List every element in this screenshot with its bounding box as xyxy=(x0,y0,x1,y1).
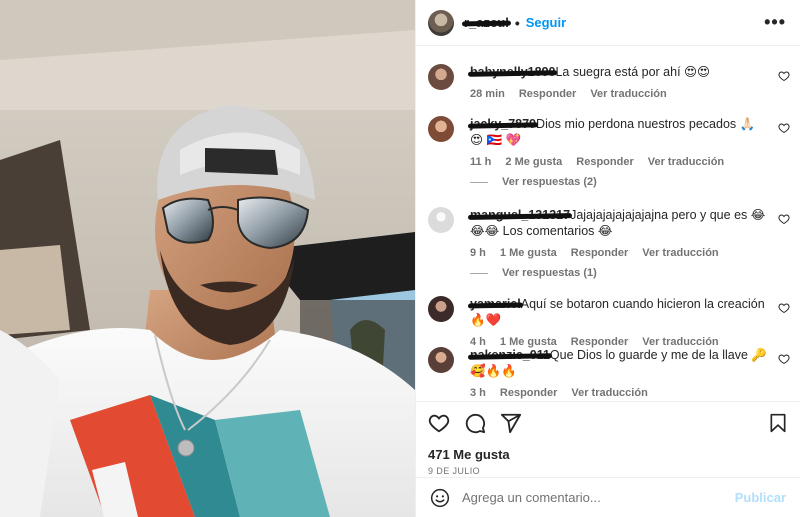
emoji-icon[interactable] xyxy=(430,488,450,508)
comment-item: manguel_131317Jajajajajajajajajna pero y… xyxy=(428,207,790,261)
comment-time: 28 min xyxy=(470,88,505,100)
comment-body: manguel_131317Jajajajajajajajajna pero y… xyxy=(470,207,768,261)
post-photo[interactable] xyxy=(0,0,415,517)
comment-body: jacky_7879Dios mio perdona nuestros peca… xyxy=(470,116,768,170)
comment-item: yamarielAquí se botaron cuando hicieron … xyxy=(428,296,790,350)
comment-meta: 28 min Responder Ver traducción xyxy=(470,86,768,102)
post-header: r_azcul • Seguir ••• xyxy=(416,0,800,46)
more-options-icon[interactable]: ••• xyxy=(764,12,786,33)
like-comment-heart-icon[interactable] xyxy=(778,302,790,314)
translate-button[interactable]: Ver traducción xyxy=(648,154,724,170)
comment-likes[interactable]: 2 Me gusta xyxy=(505,154,562,170)
share-icon[interactable] xyxy=(500,412,522,434)
author-username[interactable]: r_azcul xyxy=(464,15,509,30)
heart-icon[interactable] xyxy=(428,412,450,434)
comment-username[interactable]: babynelly1890 xyxy=(470,64,555,80)
reply-button[interactable]: Responder xyxy=(576,154,633,170)
comment-meta: 9 h 1 Me gusta Responder Ver traducción xyxy=(470,245,768,261)
bookmark-icon[interactable] xyxy=(768,412,788,434)
comment-input[interactable] xyxy=(462,490,735,505)
like-comment-heart-icon[interactable] xyxy=(778,213,790,225)
commenter-avatar[interactable] xyxy=(428,296,454,322)
comment-username[interactable]: nakenzie_011 xyxy=(470,347,550,363)
post-actions: 471 Me gusta 9 DE JULIO xyxy=(416,401,800,476)
like-comment-heart-icon[interactable] xyxy=(778,353,790,365)
post-date: 9 DE JULIO xyxy=(428,466,481,476)
comment-body: yamarielAquí se botaron cuando hicieron … xyxy=(470,296,768,350)
view-replies-button[interactable]: Ver respuestas (1) xyxy=(470,267,597,279)
reply-button[interactable]: Responder xyxy=(500,385,557,401)
comment-username[interactable]: yamariel xyxy=(470,296,521,312)
reply-button[interactable]: Responder xyxy=(519,86,576,102)
comment-time: 11 h xyxy=(470,156,492,168)
comment-meta: 3 h Responder Ver traducción xyxy=(470,385,768,401)
comment-username[interactable]: jacky_7879 xyxy=(470,116,536,132)
header-separator: • xyxy=(514,14,520,31)
commenter-avatar[interactable] xyxy=(428,64,454,90)
comment-body: babynelly1890La suegra está por ahí 😍😍 2… xyxy=(470,64,768,102)
translate-button[interactable]: Ver traducción xyxy=(571,385,647,401)
likes-count[interactable]: 471 Me gusta xyxy=(428,447,788,462)
comment-meta: 11 h 2 Me gusta Responder Ver traducción xyxy=(470,154,768,170)
view-replies-label: Ver respuestas (2) xyxy=(502,176,597,188)
follow-button[interactable]: Seguir xyxy=(526,15,566,30)
commenter-avatar[interactable] xyxy=(428,116,454,142)
commenter-avatar[interactable] xyxy=(428,207,454,233)
commenter-avatar[interactable] xyxy=(428,347,454,373)
comment-item: nakenzie_011Que Dios lo guarde y me de l… xyxy=(428,347,790,401)
view-replies-button[interactable]: Ver respuestas (2) xyxy=(470,176,597,188)
view-replies-label: Ver respuestas (1) xyxy=(502,267,597,279)
action-icons xyxy=(428,412,788,434)
comment-time: 3 h xyxy=(470,387,486,399)
comments-list: babynelly1890La suegra está por ahí 😍😍 2… xyxy=(416,46,800,401)
comment-icon[interactable] xyxy=(464,412,486,434)
reply-button[interactable]: Responder xyxy=(571,245,628,261)
comment-body: nakenzie_011Que Dios lo guarde y me de l… xyxy=(470,347,768,401)
post-details-panel: r_azcul • Seguir ••• babynelly1890La sue… xyxy=(415,0,800,517)
comment-time: 9 h xyxy=(470,247,486,259)
translate-button[interactable]: Ver traducción xyxy=(642,245,718,261)
comment-item: babynelly1890La suegra está por ahí 😍😍 2… xyxy=(428,64,790,102)
comment-likes[interactable]: 1 Me gusta xyxy=(500,245,557,261)
comment-text: La suegra está por ahí 😍😍 xyxy=(555,65,711,79)
comment-username[interactable]: manguel_131317 xyxy=(470,207,570,223)
publish-button[interactable]: Publicar xyxy=(735,490,786,505)
post-image xyxy=(0,0,415,517)
like-comment-heart-icon[interactable] xyxy=(778,70,790,82)
add-comment-bar: Publicar xyxy=(416,477,800,517)
author-avatar[interactable] xyxy=(428,9,454,36)
translate-button[interactable]: Ver traducción xyxy=(590,86,666,102)
post-viewer: r_azcul • Seguir ••• babynelly1890La sue… xyxy=(0,0,800,517)
like-comment-heart-icon[interactable] xyxy=(778,122,790,134)
comment-item: jacky_7879Dios mio perdona nuestros peca… xyxy=(428,116,790,170)
